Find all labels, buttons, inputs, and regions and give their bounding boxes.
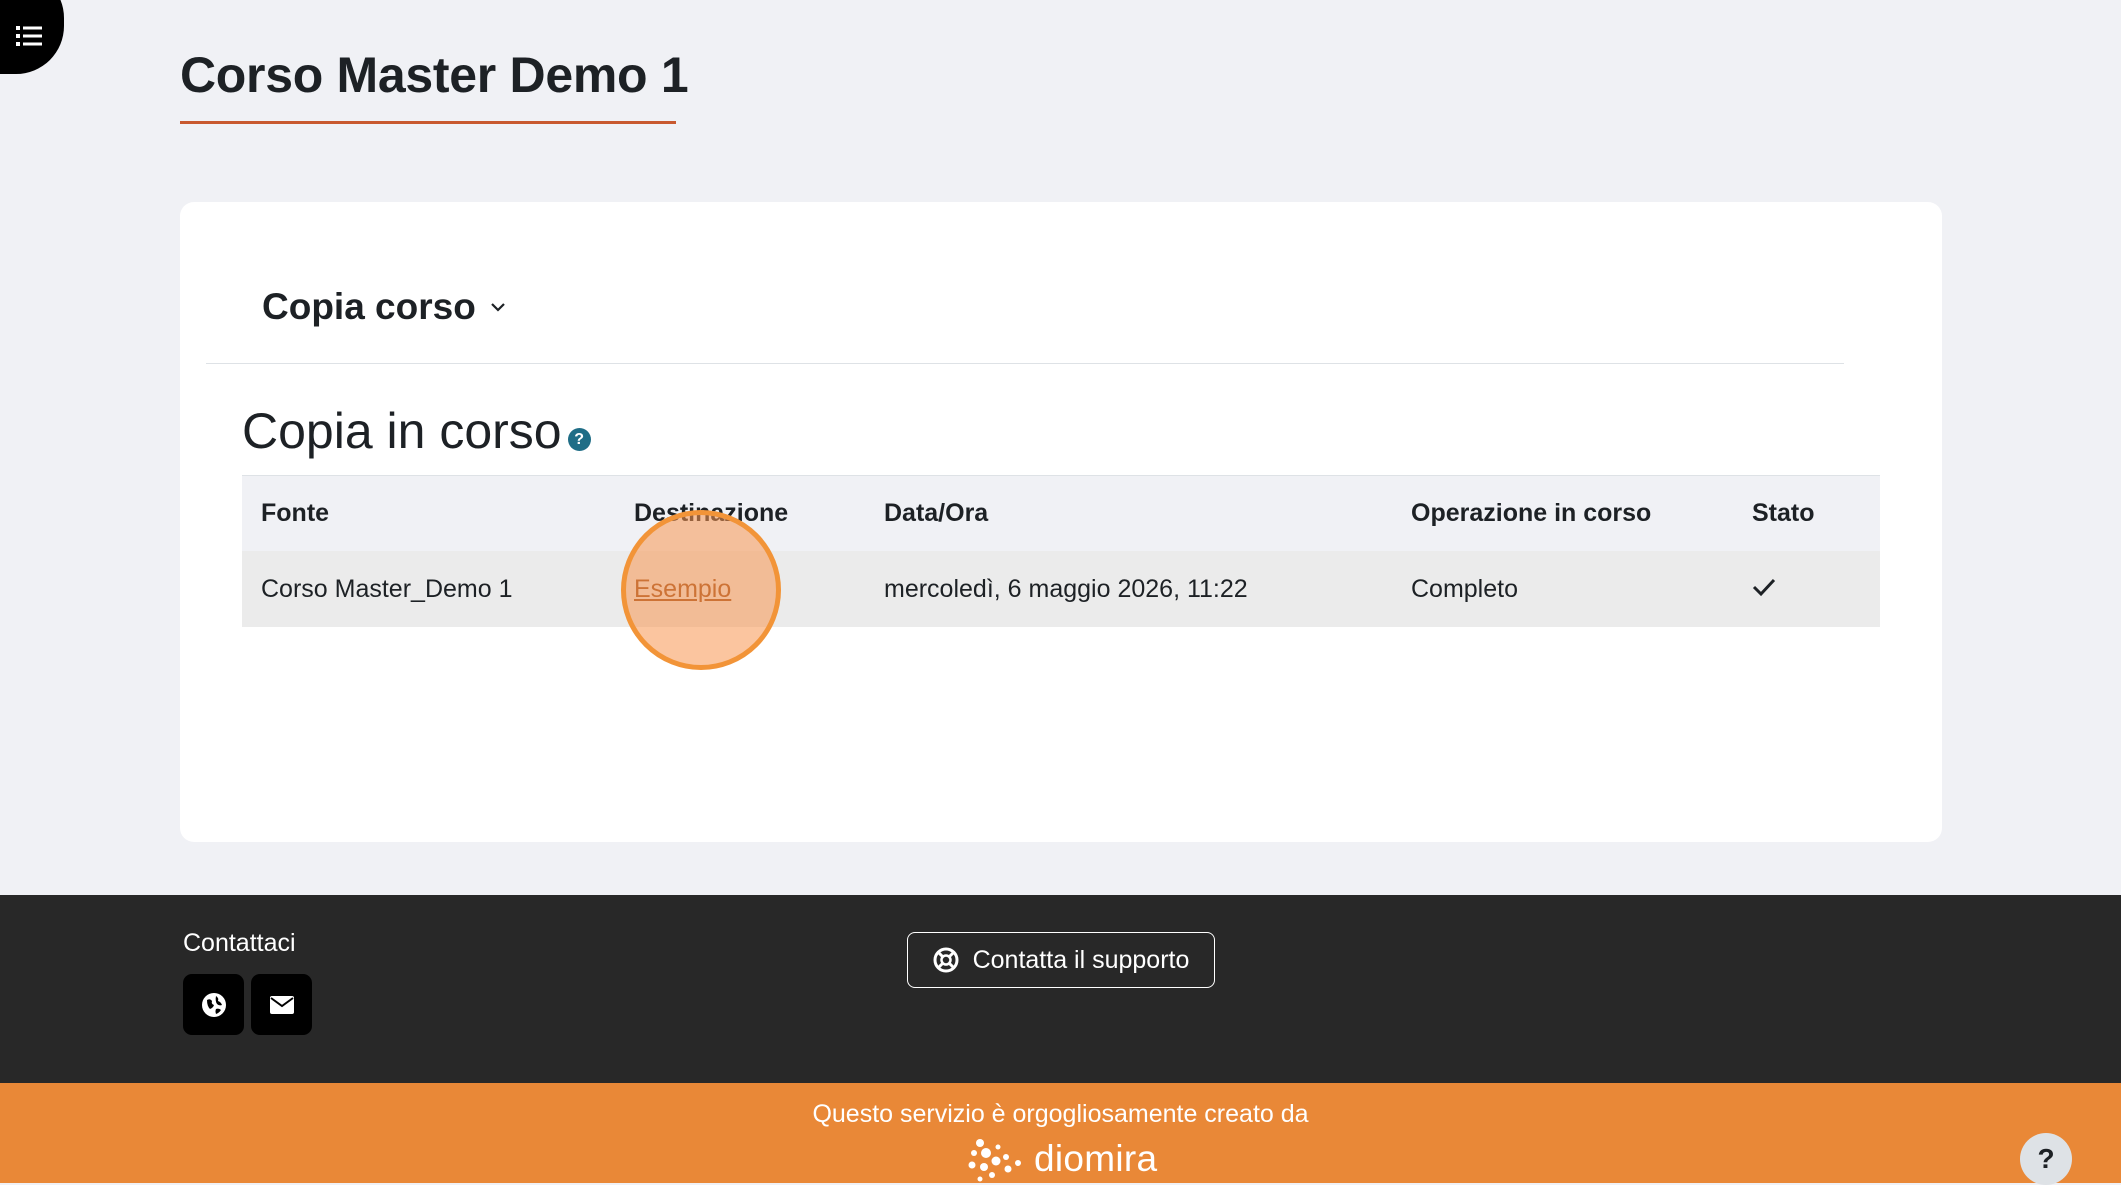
envelope-icon xyxy=(269,995,294,1014)
column-header-destination: Destinazione xyxy=(615,475,865,551)
brand-logo[interactable]: diomira xyxy=(966,1135,1157,1183)
support-button-label: Contatta il supporto xyxy=(972,945,1190,974)
column-header-operation: Operazione in corso xyxy=(1392,475,1733,551)
table-header-row: Fonte Destinazione Data/Ora Operazione i… xyxy=(242,475,1880,551)
column-header-datetime: Data/Ora xyxy=(865,475,1392,551)
page-title: Corso Master Demo 1 xyxy=(180,47,689,103)
cell-operation: Completo xyxy=(1392,551,1733,627)
diomira-logo-icon xyxy=(968,1139,1021,1182)
chevron-down-icon xyxy=(491,303,505,312)
course-index-toggle[interactable] xyxy=(0,0,64,74)
check-icon xyxy=(1752,578,1776,596)
section-selector-label: Copia corso xyxy=(262,286,476,327)
footer: Contattaci Contatta il supporto xyxy=(0,895,2121,1083)
cell-status xyxy=(1733,551,1880,627)
title-underline xyxy=(180,121,676,124)
powered-by-bar: Questo servizio è orgogliosamente creato… xyxy=(0,1083,2121,1183)
main-card: Copia corso Copia in corso ? Fonte Desti… xyxy=(180,202,1942,842)
copy-progress-table: Fonte Destinazione Data/Ora Operazione i… xyxy=(242,475,1880,627)
cell-destination: Esempio xyxy=(615,551,865,627)
brand-name: diomira xyxy=(1034,1138,1158,1179)
contact-support-button[interactable]: Contatta il supporto xyxy=(907,932,1215,988)
column-header-source: Fonte xyxy=(242,475,615,551)
contact-title: Contattaci xyxy=(183,929,296,957)
globe-icon xyxy=(201,992,226,1017)
help-icon[interactable]: ? xyxy=(567,428,591,451)
powered-by-text: Questo servizio è orgogliosamente creato… xyxy=(812,1100,1309,1128)
section-selector[interactable]: Copia corso xyxy=(262,286,506,328)
cell-source: Corso Master_Demo 1 xyxy=(242,551,615,627)
email-button[interactable] xyxy=(251,974,312,1035)
destination-link[interactable]: Esempio xyxy=(634,575,731,603)
copy-in-progress-heading: Copia in corso ? xyxy=(242,402,591,460)
cell-datetime: mercoledì, 6 maggio 2026, 11:22 xyxy=(865,551,1392,627)
divider xyxy=(206,363,1844,364)
table-row: Corso Master_Demo 1 Esempio mercoledì, 6… xyxy=(242,551,1880,627)
list-icon xyxy=(16,26,42,46)
lifebuoy-icon xyxy=(933,947,959,973)
column-header-status: Stato xyxy=(1733,475,1880,551)
copy-heading-text: Copia in corso xyxy=(242,403,562,459)
website-button[interactable] xyxy=(183,974,244,1035)
help-button[interactable]: ? xyxy=(2020,1133,2072,1185)
